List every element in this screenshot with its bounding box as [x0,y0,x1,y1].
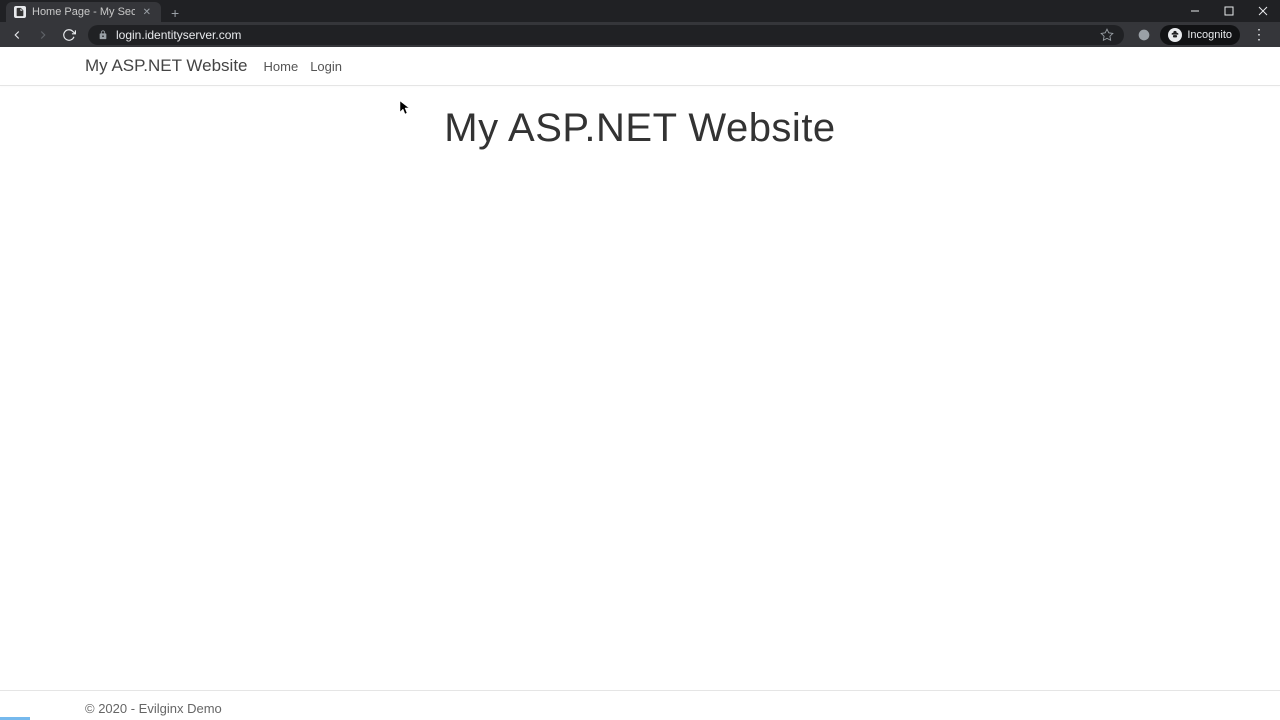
incognito-label: Incognito [1187,29,1232,41]
navbar-inner: My ASP.NET Website Home Login [70,47,1210,85]
maximize-button[interactable] [1212,0,1246,22]
tab-bar: Home Page - My Secure ASP.NET ✕ + [0,0,1280,22]
extension-icon[interactable] [1136,27,1152,43]
address-bar[interactable]: login.identityserver.com [88,25,1124,45]
browser-toolbar: login.identityserver.com Incognito ⋮ [0,22,1280,47]
close-window-button[interactable] [1246,0,1280,22]
minimize-button[interactable] [1178,0,1212,22]
incognito-badge[interactable]: Incognito [1160,25,1240,45]
footer-text: © 2020 - Evilginx Demo [70,701,1210,716]
toolbar-right: Incognito ⋮ [1132,25,1274,45]
forward-button[interactable] [32,24,54,46]
url-text: login.identityserver.com [116,28,1092,42]
nav-link-login[interactable]: Login [310,59,342,74]
page-heading: My ASP.NET Website [0,106,1280,151]
incognito-icon [1168,28,1182,42]
navbar-brand[interactable]: My ASP.NET Website [85,56,248,76]
browser-tab[interactable]: Home Page - My Secure ASP.NET ✕ [6,2,161,22]
page-content: My ASP.NET Website Home Login My ASP.NET… [0,47,1280,720]
reload-button[interactable] [58,24,80,46]
main-content: My ASP.NET Website [0,86,1280,690]
tab-close-icon[interactable]: ✕ [141,7,153,18]
window-controls [1178,0,1280,22]
tab-favicon-icon [14,6,26,18]
browser-menu-icon[interactable]: ⋮ [1248,26,1270,43]
new-tab-button[interactable]: + [161,4,189,22]
nav-link-home[interactable]: Home [264,59,299,74]
tab-title: Home Page - My Secure ASP.NET [32,6,135,18]
site-navbar: My ASP.NET Website Home Login [0,47,1280,86]
browser-chrome: Home Page - My Secure ASP.NET ✕ + [0,0,1280,47]
site-footer: © 2020 - Evilginx Demo [0,690,1280,720]
bookmark-star-icon[interactable] [1100,28,1114,42]
back-button[interactable] [6,24,28,46]
lock-icon [98,30,108,40]
